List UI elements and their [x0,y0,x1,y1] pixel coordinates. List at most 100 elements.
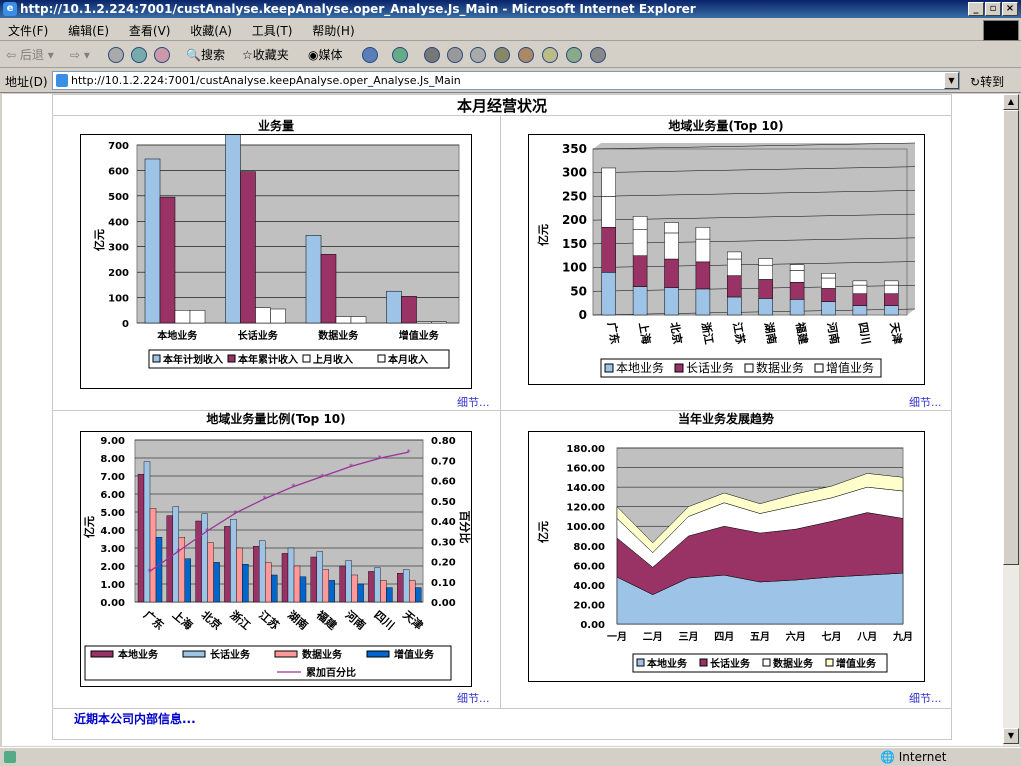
bar-1-2 [255,307,271,324]
search-button[interactable]: 🔍搜索 [186,46,225,64]
scroll-down-button[interactable]: ▼ [1003,728,1019,744]
menu-favorites[interactable]: 收藏(A) [182,19,240,42]
user-icon[interactable] [590,47,606,63]
legend-swatch [636,658,645,667]
bar-0-1 [143,461,151,603]
tool-icon[interactable] [542,47,558,63]
bar-2-0 [664,287,679,316]
chart4-more-link[interactable]: 细节... [909,690,942,706]
y2-tick-label: 0.70 [431,456,456,467]
bar-7-0 [821,301,836,316]
legend-label: 本年计划收入 [163,353,223,366]
bar-4-3 [270,574,278,603]
maximize-button[interactable]: ▫ [985,2,1001,16]
forward-button[interactable]: ⇨ ▾ [70,46,90,64]
chart1-more-link[interactable]: 细节... [457,394,490,410]
menu-file[interactable]: 文件(F) [0,19,56,42]
address-url: http://10.1.2.224:7001/custAnalyse.keepA… [71,74,461,87]
y-tick-label: 300 [562,166,587,180]
legend-swatch [762,658,771,667]
bar-1-1 [632,255,648,287]
y-tick-label: 350 [562,142,587,156]
scroll-thumb[interactable] [1003,110,1019,565]
y-tick-label: 700 [108,141,129,152]
y-tick-label: 0 [122,319,129,330]
bar-9-2 [884,284,899,294]
bar-2-3 [664,222,679,234]
bar-5-0 [281,553,289,603]
y-tick-label: 80.00 [573,542,605,553]
bar-4-0 [727,296,742,316]
chart3-svg: 9.00 8.00 7.00 6.00 5.00 4.00 3.00 2.00 1.00 0.00… [82,436,472,681]
legend-swatch [825,658,834,667]
x-tick-label: 长话业务 [238,329,279,342]
line-marker: * [176,547,180,556]
bar-5-3 [299,576,307,603]
close-button[interactable]: × [1002,2,1018,16]
bar-6-1 [789,282,805,300]
x-tick-label: 四川 [371,608,396,632]
edit-icon[interactable] [447,47,463,63]
chart2-more-link[interactable]: 细节... [909,394,942,410]
history-icon[interactable] [362,47,378,63]
favorites-button[interactable]: ☆收藏夹 [242,46,289,64]
address-dropdown-button[interactable]: ▼ [944,72,959,89]
x-tick-label: 河南 [343,608,369,633]
scroll-up-button[interactable]: ▲ [1003,94,1019,110]
legend-swatch [377,354,386,363]
bar-7-3 [357,583,364,603]
x-tick-label: 四川 [856,321,873,345]
minimize-button[interactable]: _ [968,2,984,16]
go-label: 转到 [980,75,1005,89]
mail-icon[interactable] [392,47,408,63]
windows-logo [983,20,1019,41]
legend-label: 数据业务 [302,648,343,661]
y2-tick-label: 0.10 [431,578,456,589]
bar-1-3 [184,558,192,603]
bar-5-1 [758,279,773,299]
x-tick-label: 北京 [199,608,225,633]
chart-tool-icon[interactable] [566,47,582,63]
y-tick-label: 8.00 [100,454,125,465]
research-icon[interactable] [518,47,534,63]
y2-tick-label: 0.00 [431,598,456,609]
company-info-link[interactable]: 近期本公司内部信息... [74,710,196,727]
bar-3-0 [386,290,402,324]
bar-6-2 [789,270,805,283]
address-label: 地址(D) [5,75,48,89]
menu-view[interactable]: 查看(V) [121,19,179,42]
address-input[interactable]: http://10.1.2.224:7001/custAnalyse.keepA… [52,71,960,90]
divider [52,708,952,709]
media-button[interactable]: ◉媒体 [308,46,343,64]
bar-6-3 [328,580,336,603]
line-marker: * [291,483,295,492]
messenger-icon[interactable] [494,47,510,63]
menu-edit[interactable]: 编辑(E) [60,19,117,42]
bar-4-2 [727,258,742,276]
bar-2-2 [207,542,214,603]
chart3-more-link[interactable]: 细节... [457,690,490,706]
back-button[interactable]: ⇦ 后退 ▾ [6,46,54,64]
y-tick-label: 0.00 [100,598,125,609]
stop-icon[interactable] [108,47,124,63]
discuss-icon[interactable] [470,47,486,63]
bar-3-1 [695,261,711,290]
ie-icon: e [3,2,17,16]
bar-1-2 [632,229,648,256]
legend-label: 本地业务 [647,657,688,670]
bar-5-2 [758,264,773,280]
print-icon[interactable] [424,47,440,63]
go-button[interactable]: ↻转到 [970,73,1004,90]
menu-tools[interactable]: 工具(T) [244,19,301,42]
home-icon[interactable] [154,47,170,63]
bar-9-1 [403,569,410,603]
bar-3-2 [236,547,243,603]
y-tick-label: 180.00 [566,444,605,455]
refresh-icon[interactable] [131,47,147,63]
page-status-icon [4,751,16,763]
legend-label: 增值业务 [394,648,435,661]
y2-tick-label: 0.60 [431,477,456,488]
vertical-scrollbar[interactable]: ▲ ▼ [1003,94,1019,746]
menu-help[interactable]: 帮助(H) [304,19,362,42]
bar-7-0 [339,565,346,603]
